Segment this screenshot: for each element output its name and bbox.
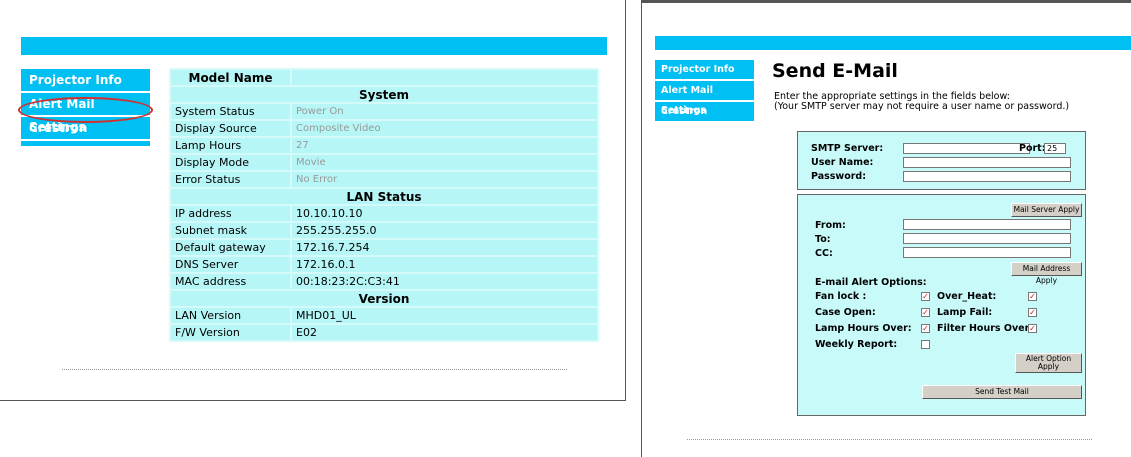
row-value: Movie xyxy=(292,155,597,170)
version-section-header: Version xyxy=(171,291,597,306)
to-label: To: xyxy=(815,234,831,245)
over-heat-checkbox[interactable]: ✓ xyxy=(1028,292,1037,301)
from-label: From: xyxy=(815,220,846,231)
password-input[interactable] xyxy=(903,171,1071,182)
lan-status-section-header: LAN Status xyxy=(171,189,597,204)
row-value: Power On xyxy=(292,104,597,119)
row-label: System Status xyxy=(171,104,290,119)
mail-address-apply-button[interactable]: Mail Address Apply xyxy=(1011,262,1082,285)
footer-divider xyxy=(687,439,1092,440)
fan-lock-label: Fan lock : xyxy=(815,291,867,302)
page-title: Send E-Mail xyxy=(772,60,898,82)
model-name-value xyxy=(292,70,597,85)
cc-input[interactable] xyxy=(903,247,1071,258)
password-label: Password: xyxy=(811,171,867,182)
row-value: 00:18:23:2C:C3:41 xyxy=(292,274,597,289)
row-value: E02 xyxy=(292,325,597,340)
lamp-hours-over-checkbox[interactable]: ✓ xyxy=(921,324,930,333)
row-label: Subnet mask xyxy=(171,223,290,238)
lamp-fail-label: Lamp Fail: xyxy=(937,307,993,318)
to-input[interactable] xyxy=(903,233,1071,244)
mail-alert-box: Mail Server Apply From: To: CC: Mail Add… xyxy=(797,194,1086,416)
row-value: 10.10.10.10 xyxy=(292,206,597,221)
row-label: Error Status xyxy=(171,172,290,187)
case-open-checkbox[interactable]: ✓ xyxy=(921,308,930,317)
over-heat-label: Over_Heat: xyxy=(937,291,997,302)
header-banner xyxy=(21,37,607,55)
sidebar-item-projector-info[interactable]: Projector Info xyxy=(21,69,150,93)
alert-option-apply-button[interactable]: Alert Option Apply xyxy=(1015,353,1082,373)
row-label: F/W Version xyxy=(171,325,290,340)
sidebar-item-projector-info[interactable]: Projector Info xyxy=(655,60,754,81)
footer-divider xyxy=(62,369,567,370)
row-label: DNS Server xyxy=(171,257,290,272)
row-value: 172.16.7.254 xyxy=(292,240,597,255)
smtp-server-input[interactable] xyxy=(903,143,1030,154)
sidebar: Projector Info Alert Mail Settings Crest… xyxy=(21,69,150,146)
user-name-label: User Name: xyxy=(811,157,874,168)
lamp-fail-checkbox[interactable]: ✓ xyxy=(1028,308,1037,317)
row-value: 172.16.0.1 xyxy=(292,257,597,272)
filter-hours-over-checkbox[interactable]: ✓ xyxy=(1028,324,1037,333)
send-email-page: Projector Info Alert Mail Settings Crest… xyxy=(641,0,1131,457)
weekly-report-checkbox[interactable] xyxy=(921,340,930,349)
smtp-server-label: SMTP Server: xyxy=(811,143,884,154)
user-name-input[interactable] xyxy=(903,157,1071,168)
row-value: 27 xyxy=(292,138,597,153)
case-open-label: Case Open: xyxy=(815,307,876,318)
sidebar: Projector Info Alert Mail Settings Crest… xyxy=(655,60,754,123)
lamp-hours-over-label: Lamp Hours Over: xyxy=(815,323,912,334)
fan-lock-checkbox[interactable]: ✓ xyxy=(921,292,930,301)
system-section-header: System xyxy=(171,87,597,102)
row-label: MAC address xyxy=(171,274,290,289)
mail-server-apply-button[interactable]: Mail Server Apply xyxy=(1011,203,1082,217)
row-label: Display Source xyxy=(171,121,290,136)
status-table: Model Name System System Status Power On … xyxy=(169,68,599,342)
row-label: Lamp Hours xyxy=(171,138,290,153)
filter-hours-over-label: Filter Hours Over: xyxy=(937,323,1034,334)
row-label: IP address xyxy=(171,206,290,221)
send-test-mail-button[interactable]: Send Test Mail xyxy=(922,385,1082,399)
row-label: Display Mode xyxy=(171,155,290,170)
smtp-settings-box: SMTP Server: Port: 25 User Name: Passwor… xyxy=(797,131,1086,190)
sidebar-item-crestron[interactable]: Crestron xyxy=(21,117,150,141)
row-value: 255.255.255.0 xyxy=(292,223,597,238)
sidebar-item-crestron[interactable]: Crestron xyxy=(655,102,754,123)
row-value: No Error xyxy=(292,172,597,187)
weekly-report-label: Weekly Report: xyxy=(815,339,898,350)
header-banner xyxy=(655,36,1131,50)
projector-info-page: Projector Info Alert Mail Settings Crest… xyxy=(0,0,626,401)
port-input[interactable]: 25 xyxy=(1044,143,1066,154)
row-label: LAN Version xyxy=(171,308,290,323)
from-input[interactable] xyxy=(903,219,1071,230)
row-label: Default gateway xyxy=(171,240,290,255)
cc-label: CC: xyxy=(815,248,833,259)
row-value: MHD01_UL xyxy=(292,308,597,323)
row-value: Composite Video xyxy=(292,121,597,136)
sidebar-item-alert-mail-settings[interactable]: Alert Mail Settings xyxy=(655,81,754,116)
port-label: Port: xyxy=(1019,143,1046,154)
alert-options-label: E-mail Alert Options: xyxy=(815,277,927,288)
sidebar-item-alert-mail-settings[interactable]: Alert Mail Settings xyxy=(21,93,150,134)
model-name-label: Model Name xyxy=(171,70,290,85)
intro-line-2: (Your SMTP server may not require a user… xyxy=(774,101,1070,112)
